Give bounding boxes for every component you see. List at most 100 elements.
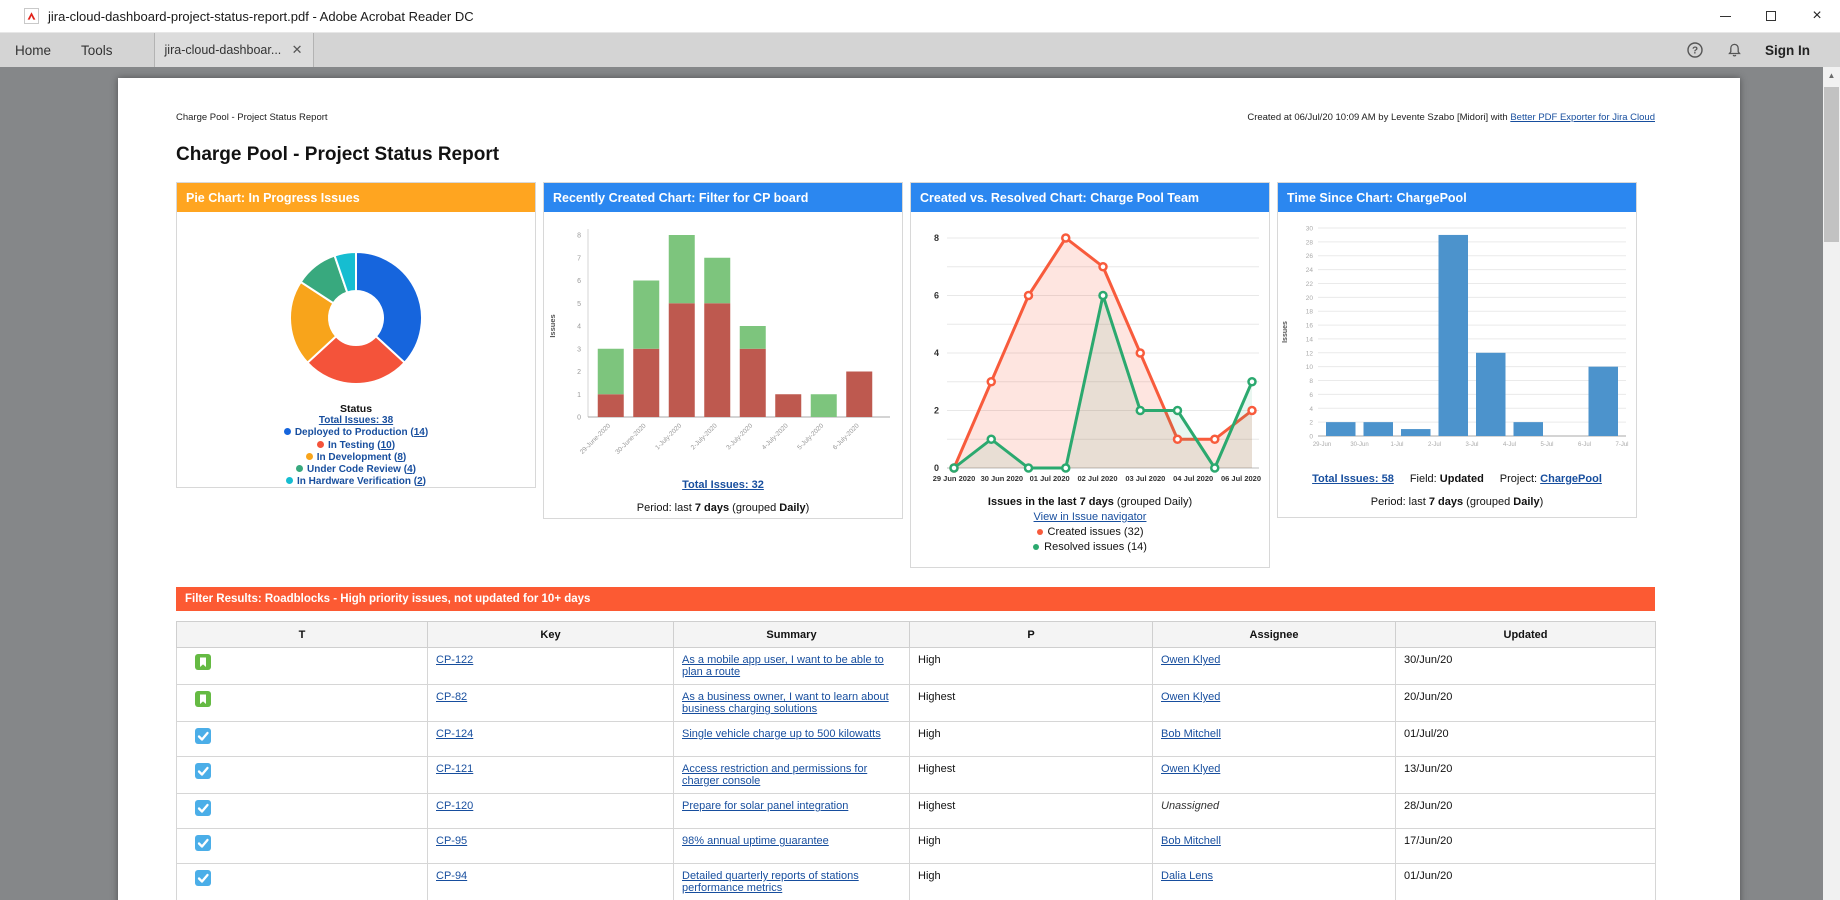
issue-summary-link[interactable]: Prepare for solar panel integration xyxy=(682,800,848,812)
filter-results-section: Filter Results: Roadblocks - High priori… xyxy=(176,587,1655,900)
summary-cell: Access restriction and permissions for c… xyxy=(674,757,910,794)
assignee-link[interactable]: Dalia Lens xyxy=(1161,870,1213,882)
vertical-scrollbar[interactable]: ▲ xyxy=(1823,67,1840,900)
svg-text:5-Jul: 5-Jul xyxy=(1540,442,1553,448)
recently-created-total-link[interactable]: Total Issues: 32 xyxy=(682,479,764,491)
svg-text:2: 2 xyxy=(934,406,939,416)
assignee-unassigned: Unassigned xyxy=(1161,800,1219,812)
project-link[interactable]: ChargePool xyxy=(1540,473,1602,485)
issue-summary-link[interactable]: Single vehicle charge up to 500 kilowatt… xyxy=(682,728,881,740)
svg-text:8: 8 xyxy=(934,233,939,243)
issue-key-link[interactable]: CP-94 xyxy=(436,870,467,882)
pie-legend-items: Deployed to Production (14)In Testing (1… xyxy=(177,427,535,488)
table-header-row: T Key Summary P Assignee Updated xyxy=(177,622,1656,648)
svg-text:0: 0 xyxy=(1309,434,1313,441)
svg-text:6: 6 xyxy=(1309,392,1313,399)
svg-text:30 Jun 2020: 30 Jun 2020 xyxy=(981,474,1024,483)
task-icon xyxy=(195,728,211,744)
task-icon xyxy=(195,763,211,779)
scroll-up-icon[interactable]: ▲ xyxy=(1823,67,1840,83)
view-in-issue-navigator-link[interactable]: View in Issue navigator xyxy=(1034,511,1147,523)
issue-summary-link[interactable]: As a mobile app user, I want to be able … xyxy=(682,654,884,678)
time-since-chart: 024681012141618202224262830Issues29-Jun3… xyxy=(1278,212,1636,458)
svg-text:0: 0 xyxy=(577,415,581,422)
svg-text:7: 7 xyxy=(577,255,581,262)
svg-text:29-June-2020: 29-June-2020 xyxy=(579,422,613,456)
task-icon xyxy=(195,870,211,886)
issue-key-link[interactable]: CP-120 xyxy=(436,800,473,812)
minimize-button[interactable] xyxy=(1702,0,1748,32)
table-row: CP-120 Prepare for solar panel integratio… xyxy=(177,794,1656,829)
assignee-cell: Unassigned xyxy=(1153,794,1396,829)
recently-created-period: Period: last 7 days (grouped Daily) xyxy=(544,501,902,516)
svg-text:02 Jul 2020: 02 Jul 2020 xyxy=(1077,474,1117,483)
issue-summary-link[interactable]: Detailed quarterly reports of stations p… xyxy=(682,870,859,894)
scrollbar-thumb[interactable] xyxy=(1824,87,1839,242)
svg-text:6: 6 xyxy=(577,278,581,285)
page-title: Charge Pool - Project Status Report xyxy=(176,144,1655,166)
svg-text:03 Jul 2020: 03 Jul 2020 xyxy=(1125,474,1165,483)
help-icon[interactable]: ? xyxy=(1686,41,1704,59)
priority-cell: High xyxy=(910,722,1153,757)
svg-text:2-July-2020: 2-July-2020 xyxy=(690,422,719,451)
assignee-link[interactable]: Owen Klyed xyxy=(1161,691,1220,703)
tab-home[interactable]: Home xyxy=(0,33,66,67)
assignee-cell: Bob Mitchell xyxy=(1153,829,1396,864)
issue-summary-link[interactable]: Access restriction and permissions for c… xyxy=(682,763,867,787)
pie-legend-count-link[interactable]: 14 xyxy=(414,427,425,438)
svg-text:6-Jul: 6-Jul xyxy=(1578,442,1591,448)
issue-key-link[interactable]: CP-121 xyxy=(436,763,473,775)
svg-text:4: 4 xyxy=(934,348,939,358)
svg-text:2: 2 xyxy=(1309,420,1313,427)
created-vs-resolved-footer: Issues in the last 7 days (grouped Daily… xyxy=(911,495,1269,555)
svg-text:4: 4 xyxy=(1309,406,1313,413)
pie-legend-count-link[interactable]: 10 xyxy=(381,440,392,451)
pie-total-issues-link[interactable]: Total Issues: 38 xyxy=(319,415,393,426)
sign-in-button[interactable]: Sign In xyxy=(1765,43,1810,58)
time-since-total-link[interactable]: Total Issues: 58 xyxy=(1312,473,1394,485)
svg-text:8: 8 xyxy=(577,233,581,240)
svg-text:24: 24 xyxy=(1306,267,1314,274)
svg-text:18: 18 xyxy=(1306,309,1314,316)
svg-text:30: 30 xyxy=(1306,226,1314,233)
tab-tools[interactable]: Tools xyxy=(66,33,128,67)
table-row: CP-94 Detailed quarterly reports of stati… xyxy=(177,864,1656,900)
pie-legend-item: In Development (8) xyxy=(177,452,535,464)
assignee-link[interactable]: Owen Klyed xyxy=(1161,763,1220,775)
better-pdf-exporter-link[interactable]: Better PDF Exporter for Jira Cloud xyxy=(1510,112,1655,123)
pie-legend-title: Status xyxy=(177,403,535,415)
created-text: Created at 06/Jul/20 10:09 AM by Levente… xyxy=(1247,112,1510,123)
issue-key-link[interactable]: CP-124 xyxy=(436,728,473,740)
assignee-link[interactable]: Owen Klyed xyxy=(1161,654,1220,666)
story-icon xyxy=(195,654,211,670)
svg-text:3-July-2020: 3-July-2020 xyxy=(725,422,754,451)
pdf-header: Charge Pool - Project Status Report Crea… xyxy=(176,112,1655,123)
task-icon xyxy=(195,800,211,816)
svg-text:12: 12 xyxy=(1306,350,1314,357)
type-cell xyxy=(177,685,428,722)
document-tab[interactable]: jira-cloud-dashboar... ✕ xyxy=(154,33,314,67)
bell-icon[interactable] xyxy=(1726,42,1743,59)
assignee-link[interactable]: Bob Mitchell xyxy=(1161,835,1221,847)
pdf-page: Charge Pool - Project Status Report Crea… xyxy=(118,78,1740,900)
issue-key-link[interactable]: CP-95 xyxy=(436,835,467,847)
col-key: Key xyxy=(428,622,674,648)
close-button[interactable]: × xyxy=(1794,0,1840,32)
pie-legend: Status Total Issues: 38 Deployed to Prod… xyxy=(177,403,535,488)
issue-summary-link[interactable]: 98% annual uptime guarantee xyxy=(682,835,829,847)
key-cell: CP-95 xyxy=(428,829,674,864)
maximize-button[interactable] xyxy=(1748,0,1794,32)
tab-close-icon[interactable]: ✕ xyxy=(292,42,303,58)
svg-text:7-Jul: 7-Jul xyxy=(1615,442,1628,448)
pie-legend-item: In Hardware Verification (2) xyxy=(177,476,535,488)
updated-cell: 01/Jun/20 xyxy=(1396,864,1656,900)
issue-key-link[interactable]: CP-82 xyxy=(436,691,467,703)
issue-summary-link[interactable]: As a business owner, I want to learn abo… xyxy=(682,691,889,715)
svg-text:01 Jul 2020: 01 Jul 2020 xyxy=(1030,474,1070,483)
col-summary: Summary xyxy=(674,622,910,648)
resolved-issues-legend: Resolved issues (14) xyxy=(911,540,1269,555)
window-title: jira-cloud-dashboard-project-status-repo… xyxy=(48,9,474,24)
col-updated: Updated xyxy=(1396,622,1656,648)
issue-key-link[interactable]: CP-122 xyxy=(436,654,473,666)
assignee-link[interactable]: Bob Mitchell xyxy=(1161,728,1221,740)
